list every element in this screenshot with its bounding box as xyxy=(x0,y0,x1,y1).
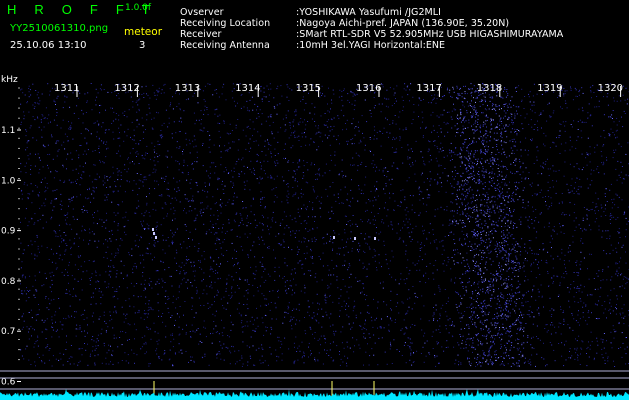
meteor-echo xyxy=(155,236,157,239)
time-label: 1312 xyxy=(114,83,139,94)
freq-tick-label: 1.0 xyxy=(1,176,16,186)
time-label: 1317 xyxy=(416,83,441,94)
time-label: 1313 xyxy=(175,83,200,94)
meteor-echo xyxy=(374,237,376,240)
meteor-echo xyxy=(354,237,356,240)
time-label: 1319 xyxy=(537,83,562,94)
time-label: 1315 xyxy=(296,83,321,94)
time-label: 1318 xyxy=(477,83,502,94)
meteor-echo xyxy=(153,232,155,235)
time-label: 1316 xyxy=(356,83,381,94)
meteor-echo xyxy=(152,228,154,231)
hroffft-window: { "header": { "app_name": "H R O F F T",… xyxy=(0,0,629,400)
waterfall-display: 1.1 1.0 0.9 0.8 0.7 0.6 1311 1312 1313 1314 1315 13… xyxy=(0,83,629,400)
freq-tick-label: 0.6 xyxy=(1,378,16,388)
freq-tick-label: 0.9 xyxy=(1,227,16,237)
meteor-echo xyxy=(333,236,335,239)
time-label: 1314 xyxy=(235,83,260,94)
time-label: 1320 xyxy=(598,83,623,94)
freq-tick-label: 1.1 xyxy=(1,126,15,136)
freq-tick-label: 0.8 xyxy=(1,277,16,287)
waterfall-noise xyxy=(20,83,629,367)
spectrum-trace xyxy=(0,389,629,400)
time-label: 1311 xyxy=(54,83,79,94)
freq-tick-label: 0.7 xyxy=(1,327,15,337)
